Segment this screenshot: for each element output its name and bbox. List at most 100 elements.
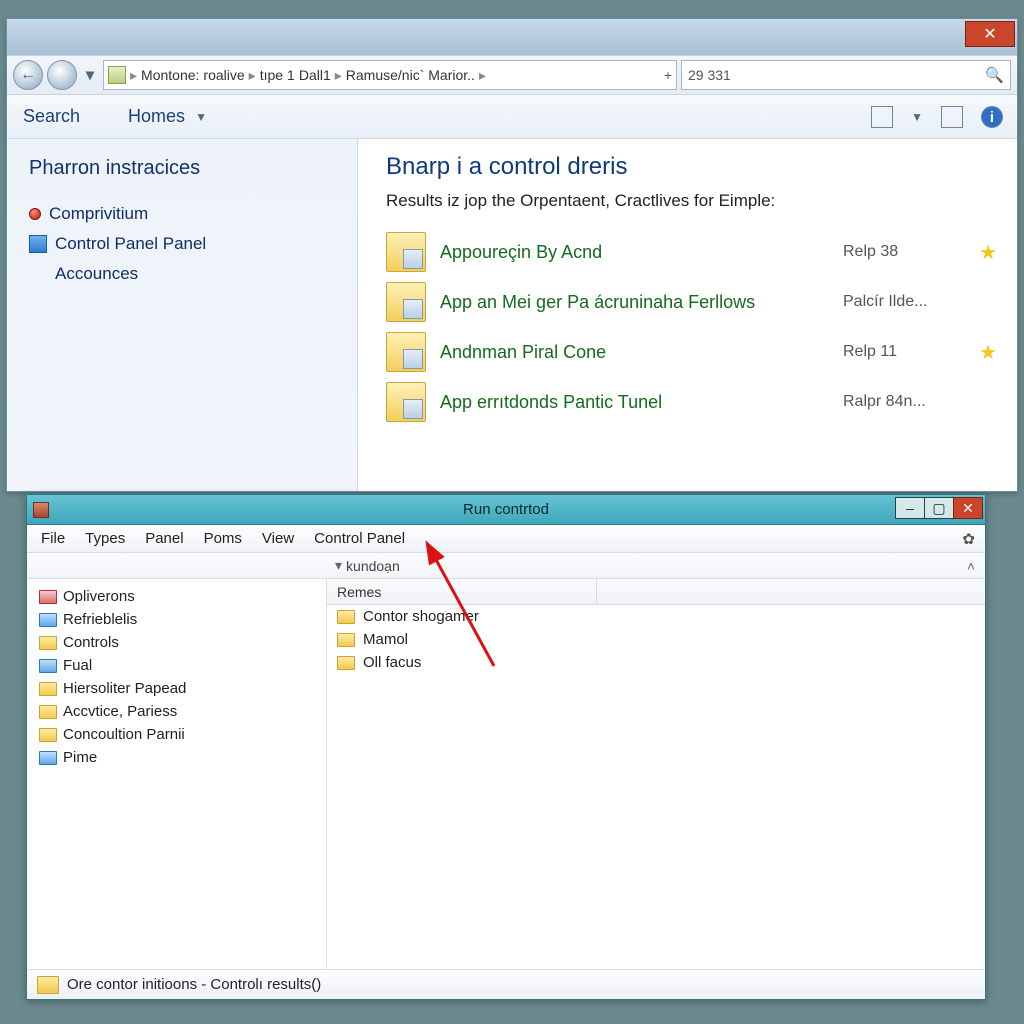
menu-poms[interactable]: Poms: [204, 530, 242, 547]
window2-title: Run contrtod: [463, 501, 549, 518]
window1-toolbar: Search Homes ▼ ▼ i: [7, 95, 1017, 139]
tree-item[interactable]: Refrieblelis: [31, 608, 322, 631]
help-icon[interactable]: i: [981, 106, 1003, 128]
window2-titlebar[interactable]: Run contrtod – ▢ ✕: [27, 495, 985, 525]
control-panel-icon: [29, 235, 47, 253]
list-item[interactable]: Oll facus: [327, 651, 985, 674]
folder-icon: [39, 659, 57, 673]
folder-app-icon: [386, 282, 426, 322]
chevron-down-icon[interactable]: ▼: [911, 110, 923, 124]
favorite-star-icon[interactable]: ★: [963, 340, 997, 365]
window2-statusbar: Ore contor initioons - Controlı results(…: [27, 969, 985, 999]
menu-types[interactable]: Types: [85, 530, 125, 547]
folder-icon: [39, 682, 57, 696]
sidebar-item-accounces[interactable]: Accounces: [29, 264, 347, 284]
tree-item[interactable]: Accvtice, Pariess: [31, 700, 322, 723]
tree-item[interactable]: Pime: [31, 746, 322, 769]
toolbar-search[interactable]: Search: [23, 106, 80, 127]
tree-item[interactable]: Controls: [31, 631, 322, 654]
folder-icon: [39, 728, 57, 742]
crumb[interactable]: 1: [287, 67, 295, 83]
system-icon: [39, 590, 57, 604]
folder-icon: [337, 656, 355, 670]
nav-recent-button[interactable]: ▾: [81, 60, 99, 90]
path-label: kundoạn: [346, 558, 400, 574]
window2-pathbar[interactable]: ▾ kundoạn ˄: [27, 553, 985, 579]
window1-titlebar: ✕: [7, 19, 1017, 55]
menu-panel[interactable]: Panel: [145, 530, 183, 547]
folder-icon: [39, 751, 57, 765]
sidebar-item-control-panel[interactable]: Control Panel Panel: [29, 234, 347, 254]
favorite-star-icon[interactable]: ★: [963, 240, 997, 265]
list-item[interactable]: Mamol: [327, 628, 985, 651]
window2-close-button[interactable]: ✕: [953, 497, 983, 519]
result-row[interactable]: App errıtdonds Pantic Tunel Ralpr 84n...: [386, 377, 997, 427]
result-name: App errıtdonds Pantic Tunel: [440, 392, 843, 413]
result-row[interactable]: Appoureçin By Acnd Relp 38 ★: [386, 227, 997, 277]
window2-minimize-button[interactable]: –: [895, 497, 925, 519]
sidebar-item-label: Accounces: [55, 264, 138, 284]
sidebar-item-comprivitium[interactable]: Comprivitium: [29, 204, 347, 224]
result-name: Appoureçin By Acnd: [440, 242, 843, 263]
sidebar-item-label: Control Panel Panel: [55, 234, 206, 254]
tree-item[interactable]: Opliverons: [31, 585, 322, 608]
crumb[interactable]: Montone:: [141, 67, 199, 83]
crumb[interactable]: Ramuse/nic` Marior..: [346, 67, 475, 83]
page-title: Bnarp i a control dreris: [386, 153, 997, 181]
window1-close-button[interactable]: ✕: [965, 21, 1015, 47]
result-name: App an Mei ger Pa ácruninaha Ferllows: [440, 292, 843, 313]
window1-address-bar: ← ▾ ▸ Montone: roalive ▸ tıpe 1 Dall1 ▸ …: [7, 55, 1017, 95]
preview-pane-icon[interactable]: [941, 106, 963, 128]
column-headers[interactable]: Remes: [327, 579, 985, 605]
result-meta: Relp 38: [843, 243, 963, 261]
toolbar-homes[interactable]: Homes ▼: [128, 106, 207, 127]
folder-tree: Opliverons Refrieblelis Controls Fual Hi…: [27, 579, 327, 969]
column-name[interactable]: Remes: [327, 579, 597, 604]
folder-app-icon: [386, 232, 426, 272]
address-refresh-icon[interactable]: +: [664, 67, 672, 83]
disclosure-icon: ▾: [335, 557, 342, 574]
window1-body: Pharron instracices Comprivitium Control…: [7, 139, 1017, 491]
breadcrumb[interactable]: ▸ Montone: roalive ▸ tıpe 1 Dall1 ▸ Ramu…: [103, 60, 677, 90]
window2-maximize-button[interactable]: ▢: [924, 497, 954, 519]
tree-item[interactable]: Hiersoliter Papead: [31, 677, 322, 700]
result-meta: Ralpr 84n...: [843, 393, 963, 411]
chevron-icon: ˄: [967, 558, 975, 574]
crumb[interactable]: tıpe: [260, 67, 283, 83]
crumb[interactable]: Dall1: [299, 67, 331, 83]
toolbar-right: ▼ i: [871, 95, 1003, 139]
folder-icon: [39, 613, 57, 627]
view-options-icon[interactable]: [871, 106, 893, 128]
status-text: Ore contor initioons - Controlı results(…: [67, 976, 321, 993]
folder-icon: [39, 705, 57, 719]
folder-icon: [37, 976, 59, 994]
list-item[interactable]: Contor shogamer: [327, 605, 985, 628]
tree-item[interactable]: Fual: [31, 654, 322, 677]
window2-body: Opliverons Refrieblelis Controls Fual Hi…: [27, 579, 985, 969]
file-explorer-window: Run contrtod – ▢ ✕ File Types Panel Poms…: [26, 494, 986, 1000]
folder-icon: [39, 636, 57, 650]
folder-app-icon: [386, 382, 426, 422]
gear-icon[interactable]: ✿: [962, 530, 975, 548]
file-list: Remes Contor shogamer Mamol Oll facus: [327, 579, 985, 969]
chevron-down-icon: ▼: [195, 110, 207, 124]
tree-item[interactable]: Concoultion Parnii: [31, 723, 322, 746]
menu-control-panel[interactable]: Control Panel: [314, 530, 405, 547]
result-meta: Palcír Ilde...: [843, 293, 963, 311]
folder-icon: [337, 633, 355, 647]
nav-back-button[interactable]: ←: [13, 60, 43, 90]
window2-controls: – ▢ ✕: [896, 497, 983, 519]
nav-forward-button[interactable]: [47, 60, 77, 90]
page-subtitle: Results iz jop the Orpentaent, Cractlive…: [386, 191, 997, 211]
menu-file[interactable]: File: [41, 530, 65, 547]
result-meta: Relp 11: [843, 343, 963, 361]
control-panel-window: ✕ ← ▾ ▸ Montone: roalive ▸ tıpe 1 Dall1 …: [6, 18, 1018, 492]
menu-view[interactable]: View: [262, 530, 294, 547]
folder-app-icon: [386, 332, 426, 372]
crumb[interactable]: roalive: [203, 67, 244, 83]
result-name: Andnman Piral Cone: [440, 342, 843, 363]
result-row[interactable]: Andnman Piral Cone Relp 11 ★: [386, 327, 997, 377]
window1-main: Bnarp i a control dreris Results iz jop …: [357, 139, 1017, 491]
search-input[interactable]: 29 331 🔍: [681, 60, 1011, 90]
result-row[interactable]: App an Mei ger Pa ácruninaha Ferllows Pa…: [386, 277, 997, 327]
